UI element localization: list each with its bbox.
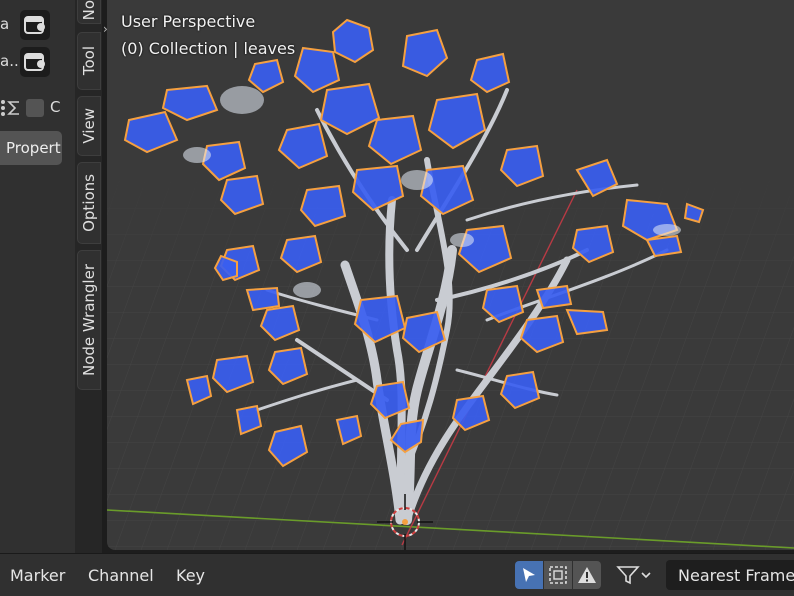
sigma-icon[interactable]	[0, 98, 22, 118]
menu-marker[interactable]: Marker	[10, 566, 65, 585]
3d-viewport[interactable]: User Perspective (0) Collection | leaves	[107, 0, 794, 550]
warning-button[interactable]	[573, 561, 601, 589]
row1-label: a	[0, 15, 10, 33]
select-arrow-icon	[523, 568, 535, 582]
menu-channel[interactable]: Channel	[88, 566, 154, 585]
menu-key[interactable]: Key	[176, 566, 205, 585]
node-icon	[24, 16, 45, 34]
warning-icon	[578, 567, 596, 583]
node-icon	[24, 53, 45, 71]
chevron-down-icon	[641, 572, 651, 579]
sidebar-tabs: No Tool View Options Node Wrangler	[75, 0, 102, 553]
collection-label: (0) Collection | leaves	[121, 39, 296, 58]
perspective-label: User Perspective	[121, 12, 256, 31]
node-icon-button-2[interactable]	[20, 47, 50, 77]
tab-tool[interactable]: Tool	[77, 32, 101, 90]
viewport-scene	[107, 18, 794, 550]
snap-mode-select[interactable]: Nearest Frame	[666, 560, 794, 590]
row3-label: C	[50, 98, 61, 116]
select-tool-button[interactable]	[515, 561, 543, 589]
filter-dropdown[interactable]	[610, 561, 658, 589]
tab-view[interactable]: View	[77, 96, 101, 156]
tab-options[interactable]: Options	[77, 162, 101, 244]
properties-panel: a a... C Propert	[0, 0, 75, 553]
node-icon-button-1[interactable]	[20, 10, 50, 40]
box-select-icon	[549, 566, 567, 584]
filter-icon	[616, 566, 640, 585]
tab-node-wrangler[interactable]: Node Wrangler	[77, 250, 101, 390]
box-select-button[interactable]	[544, 561, 572, 589]
tab-node[interactable]: No	[77, 0, 101, 24]
timeline-header: Marker Channel Key Nearest Frame	[0, 553, 794, 596]
checkbox-icon[interactable]	[26, 99, 44, 117]
properties-button[interactable]: Propert	[0, 131, 62, 165]
